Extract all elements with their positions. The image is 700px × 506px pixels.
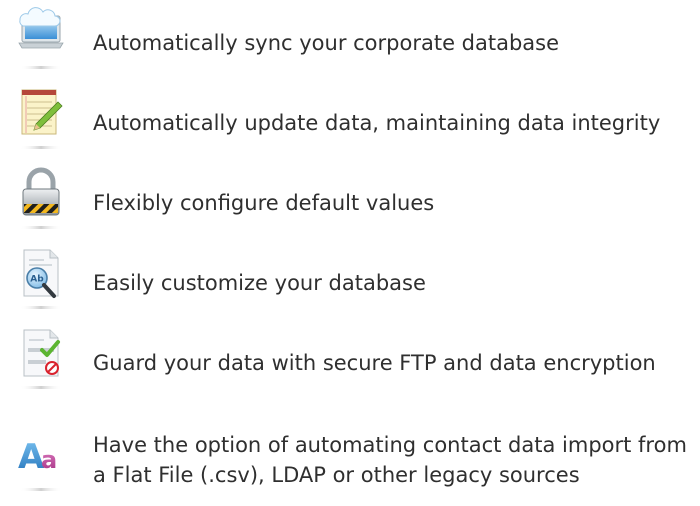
feature-list: Automatically sync your corporate databa… — [0, 0, 700, 494]
padlock-icon — [14, 166, 68, 238]
feature-item-import: A a Have the option of automating contac… — [0, 426, 700, 506]
feature-text: Guard your data with secure FTP and data… — [93, 351, 656, 375]
feature-text: Automatically sync your corporate databa… — [93, 31, 560, 55]
svg-text:Ab: Ab — [30, 275, 44, 285]
feature-item-update: Automatically update data, maintaining d… — [0, 86, 700, 166]
font-aa-icon: A a — [14, 426, 68, 498]
feature-text: Automatically update data, maintaining d… — [93, 111, 661, 135]
feature-text: Easily customize your database — [93, 271, 426, 295]
feature-item-defaults: Flexibly configure default values — [0, 166, 700, 246]
feature-text: Flexibly configure default values — [93, 191, 435, 215]
feature-item-customize: Ab Easily customize your database — [0, 246, 700, 326]
document-magnifier-icon: Ab — [14, 246, 68, 318]
svg-text:a: a — [41, 446, 57, 474]
feature-text: Have the option of automating contact da… — [93, 433, 687, 487]
feature-item-secure: Guard your data with secure FTP and data… — [0, 326, 700, 406]
feature-item-sync: Automatically sync your corporate databa… — [0, 6, 700, 86]
secure-document-icon — [14, 326, 68, 398]
cloud-laptop-icon — [14, 6, 68, 78]
notepad-pencil-icon — [14, 86, 68, 158]
